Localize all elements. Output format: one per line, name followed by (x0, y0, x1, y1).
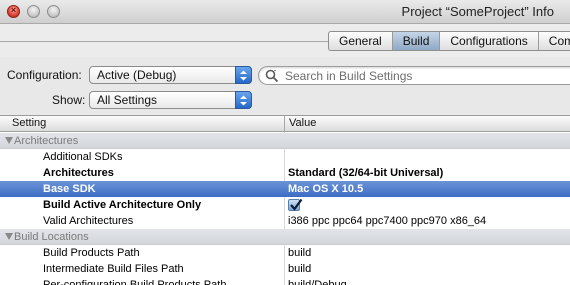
build-active-architecture-checkbox[interactable] (288, 198, 303, 211)
setting-value[interactable]: Mac OS X 10.5 (288, 181, 363, 197)
tab-strip: General Build Configurations Com (0, 24, 570, 57)
search-input[interactable] (285, 68, 565, 83)
group-row-architectures[interactable]: Architectures (0, 133, 570, 149)
table-row[interactable]: Build Products Path build (0, 245, 570, 261)
table-header: Setting Value (0, 116, 570, 132)
table-row-selected[interactable]: Base SDK Mac OS X 10.5 (0, 181, 570, 197)
search-field[interactable] (258, 66, 570, 85)
show-popup[interactable]: All Settings (89, 91, 252, 109)
popup-arrows-icon (235, 91, 252, 109)
disclosure-triangle-icon[interactable] (5, 233, 13, 240)
table-row[interactable]: Build Active Architecture Only (0, 197, 570, 213)
setting-value[interactable]: Standard (32/64-bit Universal) (288, 165, 443, 181)
setting-name: Build Products Path (43, 247, 140, 259)
configuration-popup[interactable]: Active (Debug) (89, 66, 252, 84)
table-row[interactable]: Per-configuration Build Products Path bu… (0, 277, 570, 285)
group-label: Architectures (14, 135, 79, 147)
title-bar: × Project “SomeProject” Info (0, 0, 570, 24)
group-row-build-locations[interactable]: Build Locations (0, 229, 570, 245)
configuration-label: Configuration: (7, 68, 82, 82)
setting-value[interactable]: build/Debug (288, 277, 347, 285)
table-row[interactable]: Valid Architectures i386 ppc ppc64 ppc74… (0, 213, 570, 229)
setting-value[interactable]: build (288, 261, 311, 277)
tab-general[interactable]: General (329, 32, 393, 50)
column-header-setting[interactable]: Setting (0, 116, 46, 132)
setting-name: Intermediate Build Files Path (43, 263, 184, 275)
setting-value[interactable]: i386 ppc ppc64 ppc7400 ppc970 x86_64 (288, 213, 486, 229)
tab-configurations[interactable]: Configurations (440, 32, 539, 50)
setting-name: Architectures (43, 167, 114, 179)
show-label: Show: (52, 93, 86, 107)
tab-build[interactable]: Build (392, 32, 441, 50)
checkmark-icon (290, 198, 303, 211)
setting-name: Build Active Architecture Only (43, 199, 202, 211)
popup-arrows-icon (235, 66, 252, 84)
setting-value[interactable]: build (288, 245, 311, 261)
table-row[interactable]: Additional SDKs (0, 149, 570, 165)
disclosure-triangle-icon[interactable] (5, 137, 13, 144)
column-header-value[interactable]: Value (284, 116, 316, 132)
setting-name: Valid Architectures (43, 215, 134, 227)
search-icon (265, 69, 279, 83)
configuration-value: Active (Debug) (97, 68, 177, 82)
window-title: Project “SomeProject” Info (401, 4, 554, 19)
table-row[interactable]: Architectures Standard (32/64-bit Univer… (0, 165, 570, 181)
tab-segmented-control: General Build Configurations Com (328, 31, 570, 51)
setting-name: Additional SDKs (43, 151, 123, 163)
build-settings-table: Setting Value Architectures Additional S… (0, 115, 570, 285)
setting-name: Base SDK (43, 183, 96, 195)
setting-name: Per-configuration Build Products Path (43, 279, 227, 285)
tab-comments[interactable]: Com (539, 32, 570, 50)
table-row[interactable]: Intermediate Build Files Path build (0, 261, 570, 277)
group-label: Build Locations (14, 231, 89, 243)
show-value: All Settings (97, 93, 158, 107)
